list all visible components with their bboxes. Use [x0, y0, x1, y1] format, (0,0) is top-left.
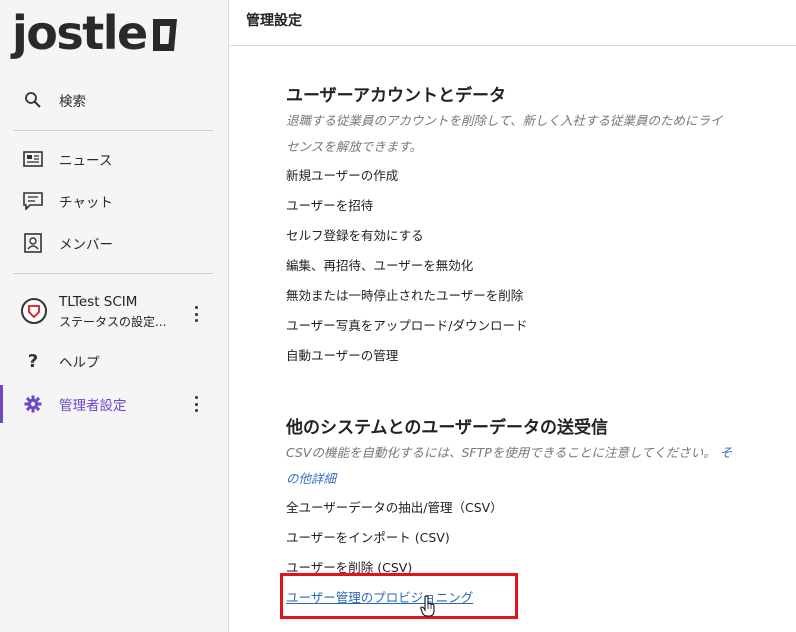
nav-chat-label: チャット — [59, 195, 113, 211]
profile-item[interactable]: TLTest SCIM ステータスの設定... — [0, 288, 228, 340]
highlight-box — [280, 573, 518, 619]
section-desc-accounts: 退職する従業員のアカウントを削除して、新しく入社する従業員のためにライ センスを… — [286, 108, 781, 160]
auto-users-link[interactable]: 自動ユーザーの管理 — [286, 345, 398, 364]
page-title: 管理設定 — [246, 13, 302, 29]
chat-icon — [22, 190, 44, 212]
self-registration-link[interactable]: セルフ登録を有効にする — [286, 225, 424, 244]
sidebar-divider — [13, 273, 213, 274]
nav-search-label: 検索 — [59, 94, 86, 110]
nav-members-label: メンバー — [59, 237, 113, 253]
sidebar-divider — [13, 130, 213, 131]
avatar — [21, 298, 47, 324]
profile-more-icon[interactable] — [191, 304, 201, 324]
profile-status[interactable]: ステータスの設定... — [59, 313, 166, 330]
delete-inactive-users-link[interactable]: 無効または一時停止されたユーザーを削除 — [286, 285, 523, 304]
section-title-accounts: ユーザーアカウントとデータ — [286, 86, 506, 106]
shield-icon — [28, 305, 40, 318]
nav-news-label: ニュース — [59, 153, 113, 169]
search-icon — [22, 89, 44, 111]
nav-admin[interactable]: 管理者設定 — [0, 385, 228, 423]
nav-news[interactable]: ニュース — [0, 140, 228, 178]
jostle-logo[interactable]: jostle — [12, 4, 180, 62]
nav-chat[interactable]: チャット — [0, 182, 228, 220]
sidebar: jostle 検索 ニュース チャット メンバー TLTest SCIM ステー… — [0, 0, 229, 632]
nav-members[interactable]: メンバー — [0, 224, 228, 262]
help-icon: ? — [27, 350, 39, 372]
nav-help-label: ヘルプ — [59, 355, 100, 371]
page-header: 管理設定 — [230, 0, 796, 46]
edit-users-link[interactable]: 編集、再招待、ユーザーを無効化 — [286, 255, 473, 274]
desc-line: 退職する従業員のアカウントを削除して、新しく入社する従業員のためにライ — [286, 113, 723, 128]
admin-more-icon[interactable] — [191, 394, 201, 414]
gear-icon — [22, 393, 44, 415]
more-details-link[interactable]: そ — [720, 445, 733, 460]
profile-name: TLTest SCIM — [59, 294, 138, 310]
section-title-data-exchange: 他のシステムとのユーザーデータの送受信 — [286, 418, 608, 438]
more-details-link-cont[interactable]: の他詳細 — [286, 471, 336, 486]
nav-search[interactable]: 検索 — [0, 81, 228, 119]
logo-mark-icon — [152, 19, 177, 51]
import-csv-link[interactable]: ユーザーをインポート (CSV) — [286, 527, 450, 546]
nav-admin-label: 管理者設定 — [59, 398, 127, 414]
member-icon — [22, 232, 44, 254]
desc-line: CSVの機能を自動化するには、SFTPを使用できることに注意してください。 — [286, 445, 716, 460]
section-desc-data-exchange: CSVの機能を自動化するには、SFTPを使用できることに注意してください。 そ … — [286, 440, 781, 492]
invite-user-link[interactable]: ユーザーを招待 — [286, 195, 373, 214]
export-csv-link[interactable]: 全ユーザーデータの抽出/管理（CSV） — [286, 497, 503, 516]
create-user-link[interactable]: 新規ユーザーの作成 — [286, 165, 398, 184]
nav-help[interactable]: ? ヘルプ — [0, 342, 228, 380]
news-icon — [22, 148, 44, 170]
hand-cursor-icon — [420, 595, 435, 617]
logo-text: jostle — [12, 6, 148, 60]
main-content: ユーザーアカウントとデータ 退職する従業員のアカウントを削除して、新しく入社する… — [230, 47, 796, 632]
desc-line: センスを解放できます。 — [286, 139, 423, 154]
user-photos-link[interactable]: ユーザー写真をアップロード/ダウンロード — [286, 315, 527, 334]
